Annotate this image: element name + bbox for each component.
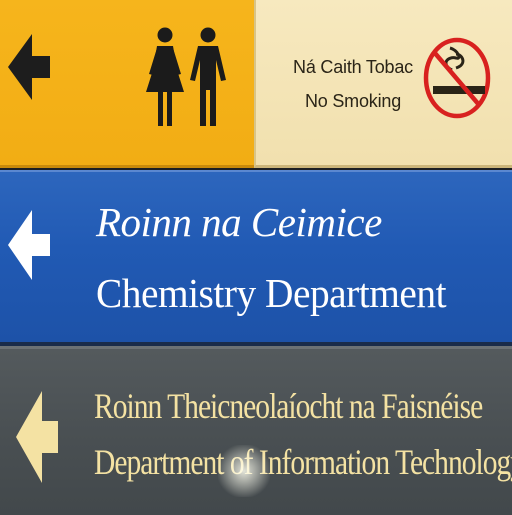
arrow-left-icon [8,210,50,280]
toilets-sign [0,0,254,168]
information-technology-sign: Roinn Theicneolaíocht na Faisnéise Depar… [0,346,512,515]
chemistry-english-text: Chemistry Department [96,270,447,316]
chemistry-department-sign: Roinn na Ceimice Chemistry Department [0,170,512,346]
it-english-text: Department of Information Technology [94,442,512,482]
toilets-icon [146,27,226,126]
no-smoking-irish-text: Ná Caith Tobac [293,57,413,77]
no-smoking-icon [423,37,491,119]
it-irish-text: Roinn Theicneolaíocht na Faisnéise [94,386,483,426]
no-smoking-english-text: No Smoking [304,91,402,111]
no-smoking-sign: Ná Caith Tobac No Smoking [254,0,512,168]
arrow-left-icon [16,391,58,483]
arrow-left-icon [8,34,50,100]
chemistry-irish-text: Roinn na Ceimice [96,199,382,245]
